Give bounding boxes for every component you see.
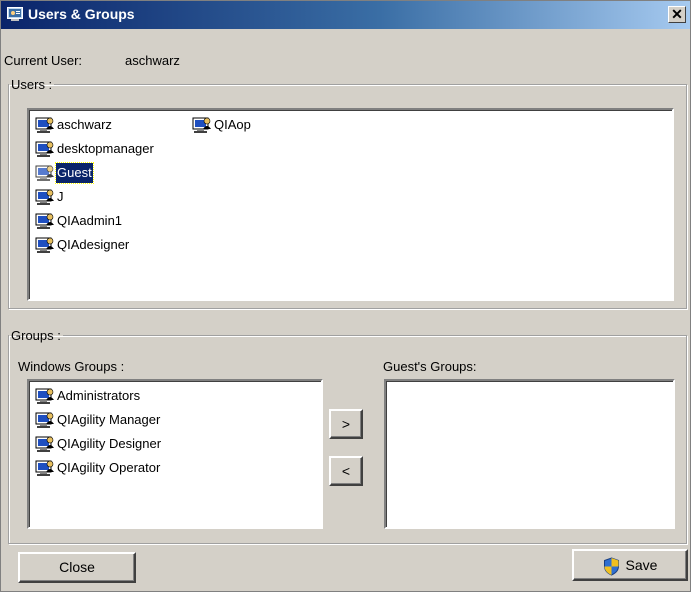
user-groups-list[interactable] xyxy=(384,379,675,529)
add-group-label: > xyxy=(341,416,351,432)
close-button-label: Close xyxy=(59,559,95,575)
groups-legend: Groups : xyxy=(11,328,61,343)
users-legend: Users : xyxy=(11,77,53,92)
user-computer-icon xyxy=(35,165,54,181)
current-user-label: Current User: xyxy=(4,53,83,68)
user-computer-icon xyxy=(35,141,54,157)
list-item-label: QIAadmin1 xyxy=(57,213,123,228)
close-button[interactable]: Close xyxy=(18,552,136,583)
current-user-value: aschwarz xyxy=(125,53,180,68)
user-computer-icon xyxy=(35,117,54,133)
list-item-label: Administrators xyxy=(57,388,141,403)
group-computer-icon xyxy=(35,436,54,452)
group-computer-icon xyxy=(35,412,54,428)
user-computer-icon xyxy=(35,237,54,253)
list-item-label: desktopmanager xyxy=(57,141,154,156)
user-computer-icon xyxy=(35,189,54,205)
users-list[interactable]: aschwarz desktopmanager Guest J QIAadmin1 QIA… xyxy=(27,108,674,301)
app-icon xyxy=(7,7,23,21)
close-window-button[interactable]: ✕ xyxy=(668,6,686,23)
user-computer-icon xyxy=(35,213,54,229)
list-item-label: QIAop xyxy=(214,117,251,132)
remove-group-label: < xyxy=(341,463,351,479)
list-item-label: Guest xyxy=(55,162,94,184)
windows-groups-label: Windows Groups : xyxy=(18,359,125,374)
close-icon: ✕ xyxy=(671,6,683,22)
window-title: Users & Groups xyxy=(28,6,135,22)
list-item-label: QIAgility Operator xyxy=(57,460,161,475)
user-computer-icon xyxy=(192,117,211,133)
list-item-label: QIAgility Manager xyxy=(57,412,161,427)
list-item-label: QIAgility Designer xyxy=(57,436,162,451)
shield-icon xyxy=(603,557,619,576)
remove-group-button[interactable]: < xyxy=(329,456,363,486)
group-computer-icon xyxy=(35,460,54,476)
title-bar[interactable]: Users & Groups ✕ xyxy=(1,1,690,29)
windows-groups-list[interactable]: Administrators QIAgility Manager QIAgility… xyxy=(27,379,323,529)
add-group-button[interactable]: > xyxy=(329,409,363,439)
list-item-label: aschwarz xyxy=(57,117,112,132)
list-item-label: QIAdesigner xyxy=(57,237,130,252)
list-item-label: J xyxy=(57,189,64,204)
save-button-label: Save xyxy=(625,557,658,573)
save-button[interactable]: Save xyxy=(572,549,688,581)
group-computer-icon xyxy=(35,388,54,404)
user-groups-label: Guest's Groups: xyxy=(383,359,477,374)
users-groups-dialog: Users & Groups ✕ Current User: aschwarz … xyxy=(0,0,691,592)
